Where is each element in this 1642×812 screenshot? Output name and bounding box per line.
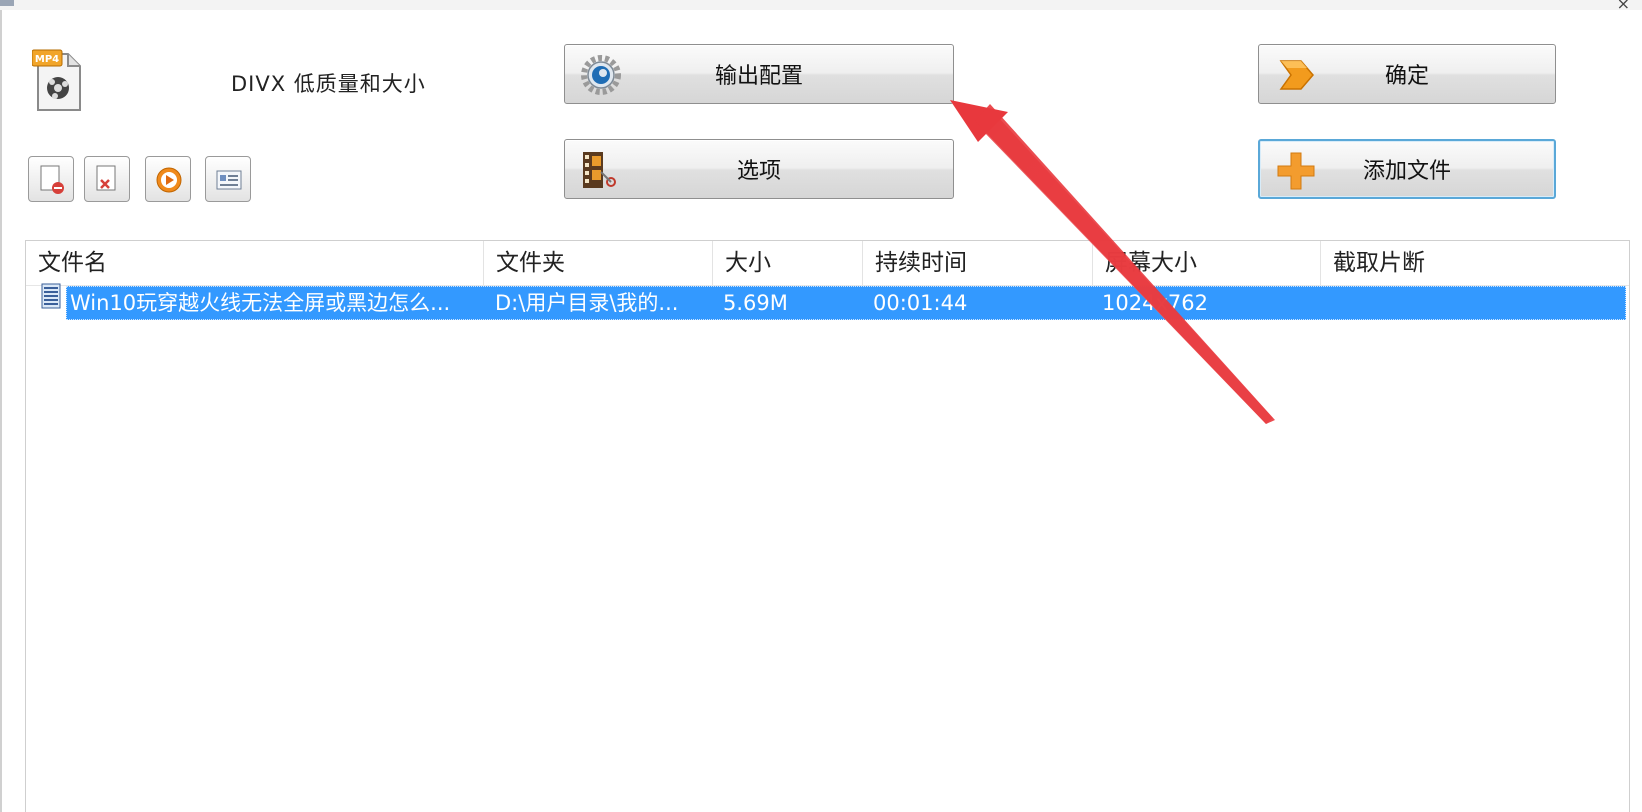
play-icon bbox=[156, 167, 182, 193]
file-list[interactable]: 文件名 文件夹 大小 持续时间 屏幕大小 截取片断 Win10玩穿越火线无法全屏… bbox=[25, 240, 1630, 812]
column-header-resolution[interactable]: 屏幕大小 bbox=[1093, 241, 1321, 285]
cell-resolution: 1024x762 bbox=[1102, 291, 1208, 315]
cell-size: 5.69M bbox=[723, 291, 788, 315]
column-header-size[interactable]: 大小 bbox=[713, 241, 863, 285]
remove-file-icon bbox=[40, 165, 64, 194]
cell-folder: D:\用户目录\我的... bbox=[495, 291, 679, 315]
video-file-icon bbox=[40, 282, 62, 310]
info-button[interactable] bbox=[205, 156, 251, 202]
ok-button[interactable]: 确定 bbox=[1258, 44, 1556, 104]
output-config-button[interactable]: 输出配置 bbox=[564, 44, 954, 104]
clear-file-icon bbox=[96, 165, 116, 191]
ok-label: 确定 bbox=[1384, 64, 1429, 89]
column-header-clip[interactable]: 截取片断 bbox=[1321, 241, 1631, 285]
output-config-label: 输出配置 bbox=[714, 64, 803, 89]
add-file-button[interactable]: 添加文件 bbox=[1258, 139, 1556, 199]
remove-button[interactable] bbox=[28, 156, 74, 202]
window-border bbox=[0, 10, 2, 812]
cell-filename: Win10玩穿越火线无法全屏或黑边怎么... bbox=[70, 291, 451, 315]
svg-text:MP4: MP4 bbox=[35, 54, 59, 65]
column-header-filename[interactable]: 文件名 bbox=[26, 241, 484, 285]
add-file-label: 添加文件 bbox=[1362, 159, 1451, 184]
table-row[interactable]: Win10玩穿越火线无法全屏或黑边怎么... D:\用户目录\我的... 5.6… bbox=[66, 286, 1626, 320]
app-icon bbox=[0, 0, 14, 6]
options-label: 选项 bbox=[736, 159, 781, 184]
cell-duration: 00:01:44 bbox=[873, 291, 968, 315]
info-card-icon bbox=[216, 170, 242, 190]
play-button[interactable] bbox=[145, 156, 191, 202]
close-button[interactable]: × bbox=[1617, 0, 1630, 13]
options-button[interactable]: 选项 bbox=[564, 139, 954, 199]
clear-button[interactable] bbox=[84, 156, 130, 202]
mp4-file-icon: MP4 bbox=[31, 48, 84, 114]
column-header-duration[interactable]: 持续时间 bbox=[863, 241, 1093, 285]
profile-label: DIVX 低质量和大小 bbox=[231, 72, 426, 96]
list-header: 文件名 文件夹 大小 持续时间 屏幕大小 截取片断 bbox=[26, 241, 1629, 286]
title-bar: × bbox=[0, 0, 1642, 13]
column-header-folder[interactable]: 文件夹 bbox=[484, 241, 713, 285]
